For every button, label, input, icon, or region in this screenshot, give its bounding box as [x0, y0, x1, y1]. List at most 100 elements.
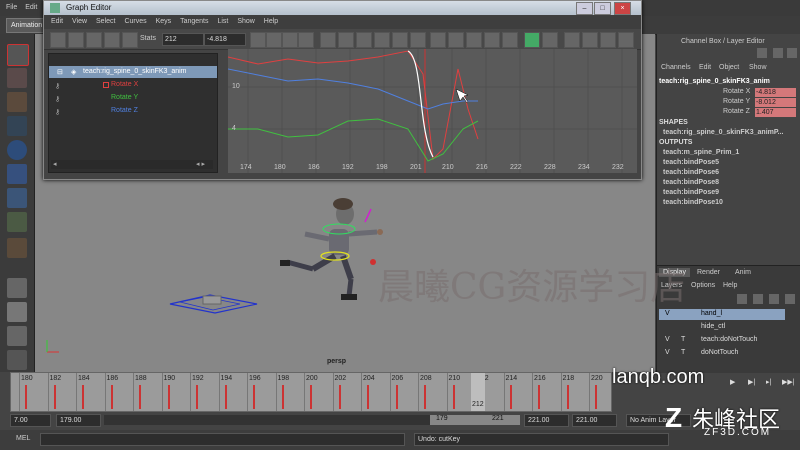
attr-value-rotate-y[interactable]: -8.012 [755, 98, 796, 107]
value-snap-icon[interactable] [542, 32, 558, 48]
spline-tangent-icon[interactable] [320, 32, 336, 48]
flat-tangent-icon[interactable] [374, 32, 390, 48]
buffer-curve-icon[interactable] [430, 32, 446, 48]
post-infinity-icon[interactable] [618, 32, 634, 48]
channel-rotate-x[interactable]: Rotate X [111, 81, 138, 88]
soft-mod-icon[interactable] [7, 212, 27, 232]
normalize-icon[interactable] [564, 32, 580, 48]
graph-editor-titlebar[interactable]: Graph Editor – □ × [44, 1, 641, 15]
frame-all-icon[interactable] [250, 32, 266, 48]
outliner-scrollbar[interactable]: ◂ ◂ ▸ [51, 160, 213, 169]
ge-menu-show[interactable]: Show [237, 18, 255, 25]
step-end-icon[interactable]: ▸| [766, 378, 771, 386]
play-forward-icon[interactable]: ▶ [730, 378, 735, 386]
menu-file[interactable]: File [6, 4, 17, 11]
graph-editor-window[interactable]: Graph Editor – □ × Edit View Select Curv… [43, 0, 642, 180]
step-tangent-icon[interactable] [392, 32, 408, 48]
layer-add-icon[interactable] [769, 294, 779, 304]
region-key-icon[interactable] [104, 32, 120, 48]
channel-rotate-y[interactable]: Rotate Y [111, 94, 138, 101]
move-key-icon[interactable] [50, 32, 66, 48]
free-tangent-icon[interactable] [484, 32, 500, 48]
output-item[interactable]: teach:bindPose10 [663, 199, 723, 206]
tab-render[interactable]: Render [697, 269, 720, 276]
ge-menu-help[interactable]: Help [264, 18, 278, 25]
pre-infinity-icon[interactable] [600, 32, 616, 48]
scale-tool-icon[interactable] [7, 164, 27, 184]
close-button[interactable]: × [614, 2, 631, 15]
lattice-key-icon[interactable] [86, 32, 102, 48]
layer-row[interactable]: hide_ctl [659, 322, 785, 333]
menu-edit[interactable]: Edit [25, 4, 37, 11]
channel-rotate-z[interactable]: Rotate Z [111, 107, 138, 114]
layer-options-icon[interactable] [753, 294, 763, 304]
layer-visibility[interactable]: V [665, 336, 670, 343]
end-time-field[interactable]: 221.00 [572, 414, 617, 427]
insert-key-icon[interactable] [68, 32, 84, 48]
range-handle[interactable]: 179 221 [430, 415, 520, 425]
lock-tangent-icon[interactable] [502, 32, 518, 48]
layer-row-selected[interactable]: V hand_l [659, 309, 785, 320]
cb-menu-show[interactable]: Show [749, 64, 767, 71]
time-slider[interactable]: 180 182 184 186 188 190 192 194 196 198 200 202 204 2… [10, 372, 612, 412]
attr-value-rotate-z[interactable]: 1.407 [755, 108, 796, 117]
cb-menu-edit[interactable]: Edit [699, 64, 711, 71]
help-menu[interactable]: Help [723, 282, 737, 289]
tab-anim[interactable]: Anim [735, 269, 751, 276]
layer-row[interactable]: V T doNotTouch [659, 348, 785, 359]
range-track[interactable]: 179 221 [104, 415, 520, 425]
select-tool-icon[interactable] [7, 44, 29, 66]
mel-input[interactable] [40, 433, 405, 446]
shape-item[interactable]: teach:rig_spine_0_skinFK3_animP... [663, 129, 783, 136]
output-item[interactable]: teach:m_spine_Prim_1 [663, 149, 739, 156]
output-item[interactable]: teach:bindPose6 [663, 169, 719, 176]
go-end-icon[interactable]: ▶▶| [782, 378, 795, 386]
manipulator-icon[interactable] [7, 188, 27, 208]
output-item[interactable]: teach:bindPose9 [663, 189, 719, 196]
frame-playback-icon[interactable] [282, 32, 298, 48]
layer-row[interactable]: V T teach:doNotTouch [659, 335, 785, 346]
denormalize-icon[interactable] [582, 32, 598, 48]
unify-tangent-icon[interactable] [466, 32, 482, 48]
stats-value-field[interactable]: -4.818 [204, 33, 246, 46]
minimize-button[interactable]: – [576, 2, 593, 15]
layout-two-icon[interactable] [7, 326, 27, 346]
cb-menu-object[interactable]: Object [719, 64, 739, 71]
cb-node-name[interactable]: teach:rig_spine_0_skinFK3_anim [659, 78, 770, 85]
outliner-icon[interactable] [7, 350, 27, 370]
graph-outliner[interactable]: teach:rig_spine_0_skinFK3_anim ⊟ ◈ ⚷ ⚷ ⚷… [48, 53, 218, 173]
break-tangent-icon[interactable] [448, 32, 464, 48]
cb-menu-channels[interactable]: Channels [661, 64, 691, 71]
channel-box-toggle-icon[interactable] [757, 48, 767, 58]
options-menu[interactable]: Options [691, 282, 715, 289]
ge-menu-keys[interactable]: Keys [156, 18, 172, 25]
layer-remove-icon[interactable] [785, 294, 795, 304]
mode-selector[interactable]: Animation [6, 18, 48, 33]
step-forward-icon[interactable]: ▶| [748, 378, 755, 386]
center-view-icon[interactable] [298, 32, 314, 48]
frame-selection-icon[interactable] [266, 32, 282, 48]
last-tool-icon[interactable] [7, 238, 27, 258]
expand-icon[interactable]: ⊟ [57, 68, 63, 76]
output-item[interactable]: teach:bindPose8 [663, 179, 719, 186]
maximize-button[interactable]: □ [594, 2, 611, 15]
lasso-tool-icon[interactable] [7, 68, 27, 88]
ge-menu-curves[interactable]: Curves [124, 18, 146, 25]
move-tool-icon[interactable] [7, 116, 27, 136]
ge-menu-select[interactable]: Select [96, 18, 115, 25]
start-time-field[interactable]: 7.00 [10, 414, 51, 427]
tool-settings-toggle-icon[interactable] [787, 48, 797, 58]
plateau-tangent-icon[interactable] [410, 32, 426, 48]
new-layer-icon[interactable] [737, 294, 747, 304]
layer-visibility[interactable]: V [665, 310, 670, 317]
layout-four-icon[interactable] [7, 302, 27, 322]
linear-tangent-icon[interactable] [356, 32, 372, 48]
attr-value-rotate-x[interactable]: -4.818 [755, 88, 796, 97]
graph-view[interactable]: 10 4 174 180 186 192 198 201 210 216 222… [228, 49, 637, 173]
stats-icon[interactable] [122, 32, 138, 48]
ge-menu-list[interactable]: List [217, 18, 228, 25]
attribute-editor-toggle-icon[interactable] [773, 48, 783, 58]
ge-menu-tangents[interactable]: Tangents [180, 18, 208, 25]
clamped-tangent-icon[interactable] [338, 32, 354, 48]
output-item[interactable]: teach:bindPose5 [663, 159, 719, 166]
